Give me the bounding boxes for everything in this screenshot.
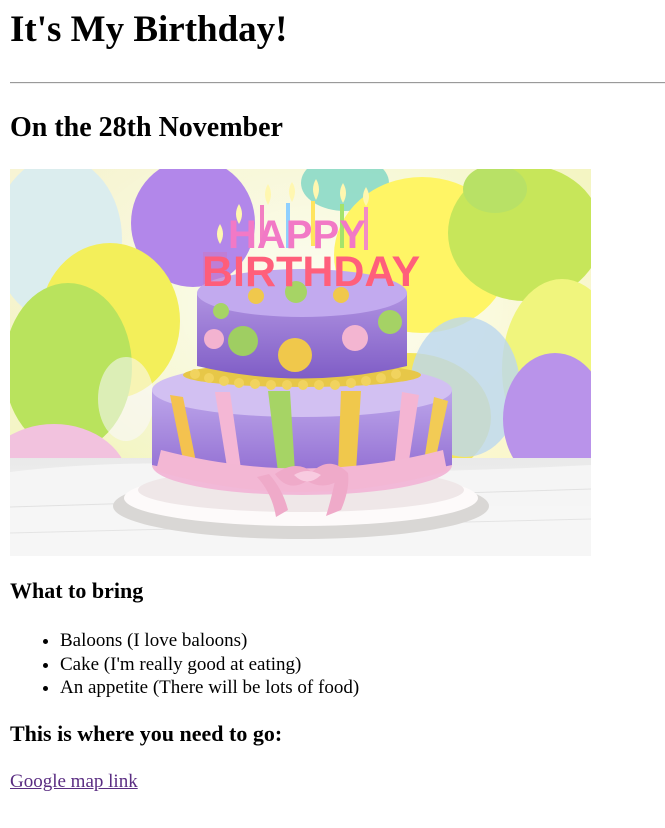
page: It's My Birthday! On the 28th November H… (0, 0, 665, 828)
page-title: It's My Birthday! (10, 9, 288, 50)
title-divider (10, 82, 665, 84)
list-item: Baloons (I love baloons) (60, 629, 359, 653)
list-item: Cake (I'm really good at eating) (60, 653, 359, 677)
bring-heading: What to bring (10, 578, 144, 603)
birthday-cake-image: HAPPY BIRTHDAY (10, 169, 591, 556)
date-heading: On the 28th November (10, 112, 283, 143)
list-item: An appetite (There will be lots of food) (60, 676, 359, 700)
location-heading: This is where you need to go: (10, 721, 283, 746)
google-map-link[interactable]: Google map link (10, 771, 138, 794)
bring-list: Baloons (I love baloons) Cake (I'm reall… (10, 629, 359, 700)
svg-text:BIRTHDAY: BIRTHDAY (202, 248, 420, 296)
